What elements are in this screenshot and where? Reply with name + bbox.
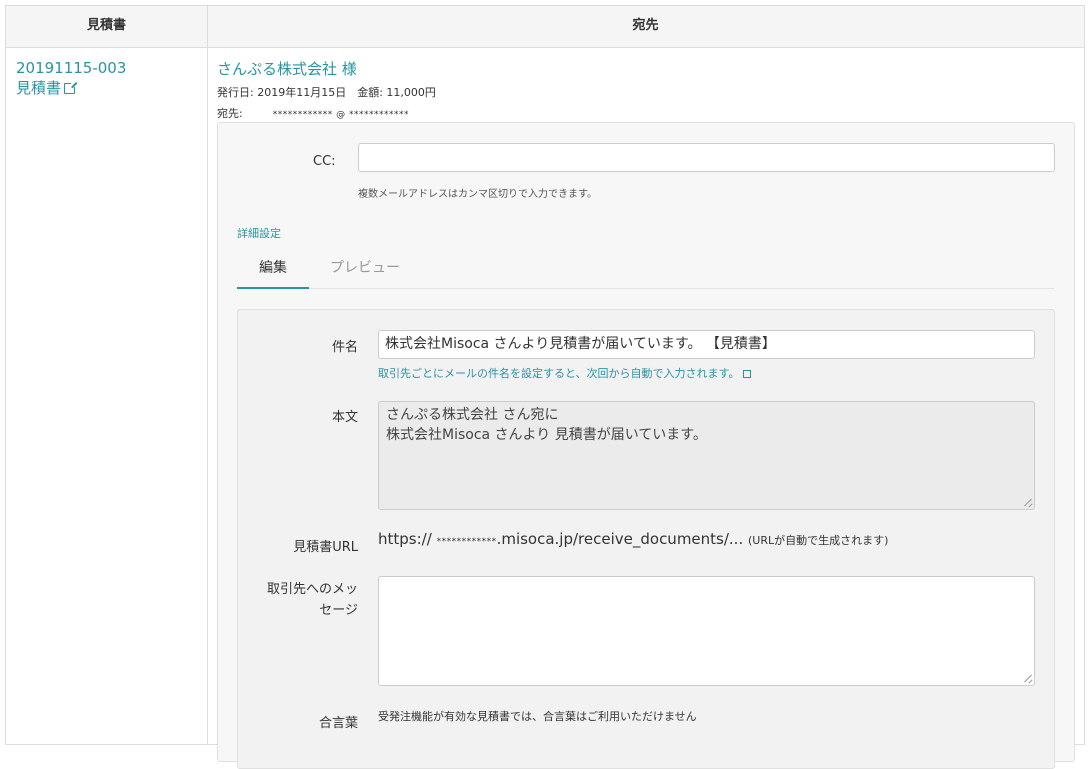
url-note: (URLが自動で生成されます)	[748, 534, 889, 547]
closing-note: 受発注機能が有効な見積書では、合言葉はご利用いただけません	[378, 710, 697, 723]
to-label: 宛先:	[217, 107, 243, 120]
message-label-line2: セージ	[319, 603, 358, 618]
external-link-icon	[64, 81, 78, 94]
quote-open-link[interactable]: 見積書	[16, 78, 78, 98]
tab-edit[interactable]: 編集	[237, 251, 309, 289]
quote-number-link[interactable]: 20191115-003	[16, 58, 126, 78]
message-textarea[interactable]	[378, 576, 1035, 686]
body-label: 本文	[331, 410, 358, 425]
closing-label: 合言葉	[318, 716, 358, 731]
subject-help-text: 取引先ごとにメールの件名を設定すると、次回から自動で入力されます。	[378, 367, 740, 380]
url-masked: ************	[436, 537, 497, 547]
cc-input[interactable]	[358, 143, 1055, 172]
header-quote: 見積書	[86, 18, 126, 33]
url-suffix: .misoca.jp/receive_documents/...	[496, 530, 744, 548]
cc-help: 複数メールアドレスはカンマ区切りで入力できます。	[358, 189, 597, 200]
quote-link-label: 見積書	[16, 79, 62, 97]
header-recipient: 宛先	[632, 18, 659, 33]
external-link-icon	[743, 370, 752, 378]
body-textarea[interactable]: さんぷる株式会社 さん宛に 株式会社Misoca さんより 見積書が届いています…	[378, 401, 1035, 510]
column-divider	[207, 6, 208, 744]
message-label: 取引先へのメッ セージ	[267, 579, 358, 621]
issue-info: 発行日: 2019年11月15日 金額: 11,000円	[217, 86, 436, 99]
url-prefix: https://	[378, 530, 432, 548]
edit-form: 件名 本文 見積書URL 取引先へのメッ セージ 合言葉 株式会社Misoca …	[237, 309, 1055, 769]
subject-help-link[interactable]: 取引先ごとにメールの件名を設定すると、次回から自動で入力されます。	[378, 365, 752, 381]
resize-handle-icon[interactable]	[1024, 675, 1032, 683]
to-value: ************ @ ************	[272, 110, 409, 120]
table-header: 見積書 宛先	[6, 6, 1084, 48]
documents-table: 見積書 宛先 20191115-003 見積書 さんぷる株式会社 様 発行日: …	[5, 5, 1085, 769]
body-line-2: 株式会社Misoca さんより 見積書が届いています。	[386, 427, 707, 443]
message-label-line1: 取引先へのメッ	[266, 582, 358, 597]
recipient-address: 宛先: ************ @ ************	[217, 105, 409, 121]
client-name-link[interactable]: さんぷる株式会社 様	[217, 58, 357, 79]
tab-bar: 編集 プレビュー	[237, 251, 1054, 289]
subject-input[interactable]: 株式会社Misoca さんより見積書が届いています。 【見積書】	[378, 330, 1035, 359]
cc-label: CC:	[313, 154, 336, 169]
url-label: 見積書URL	[293, 540, 358, 555]
email-settings-panel: CC: 複数メールアドレスはカンマ区切りで入力できます。 詳細設定 編集 プレビ…	[217, 122, 1075, 769]
body-line-1: さんぷる株式会社 さん宛に	[386, 407, 559, 423]
label-column: 件名 本文 見積書URL 取引先へのメッ セージ 合言葉	[238, 310, 358, 768]
resize-handle-icon[interactable]	[1024, 499, 1032, 507]
subject-label: 件名	[331, 340, 358, 355]
quote-url: https:// ************.misoca.jp/receive_…	[378, 530, 888, 548]
tab-preview[interactable]: プレビュー	[330, 251, 400, 288]
detail-settings-link[interactable]: 詳細設定	[237, 225, 281, 241]
